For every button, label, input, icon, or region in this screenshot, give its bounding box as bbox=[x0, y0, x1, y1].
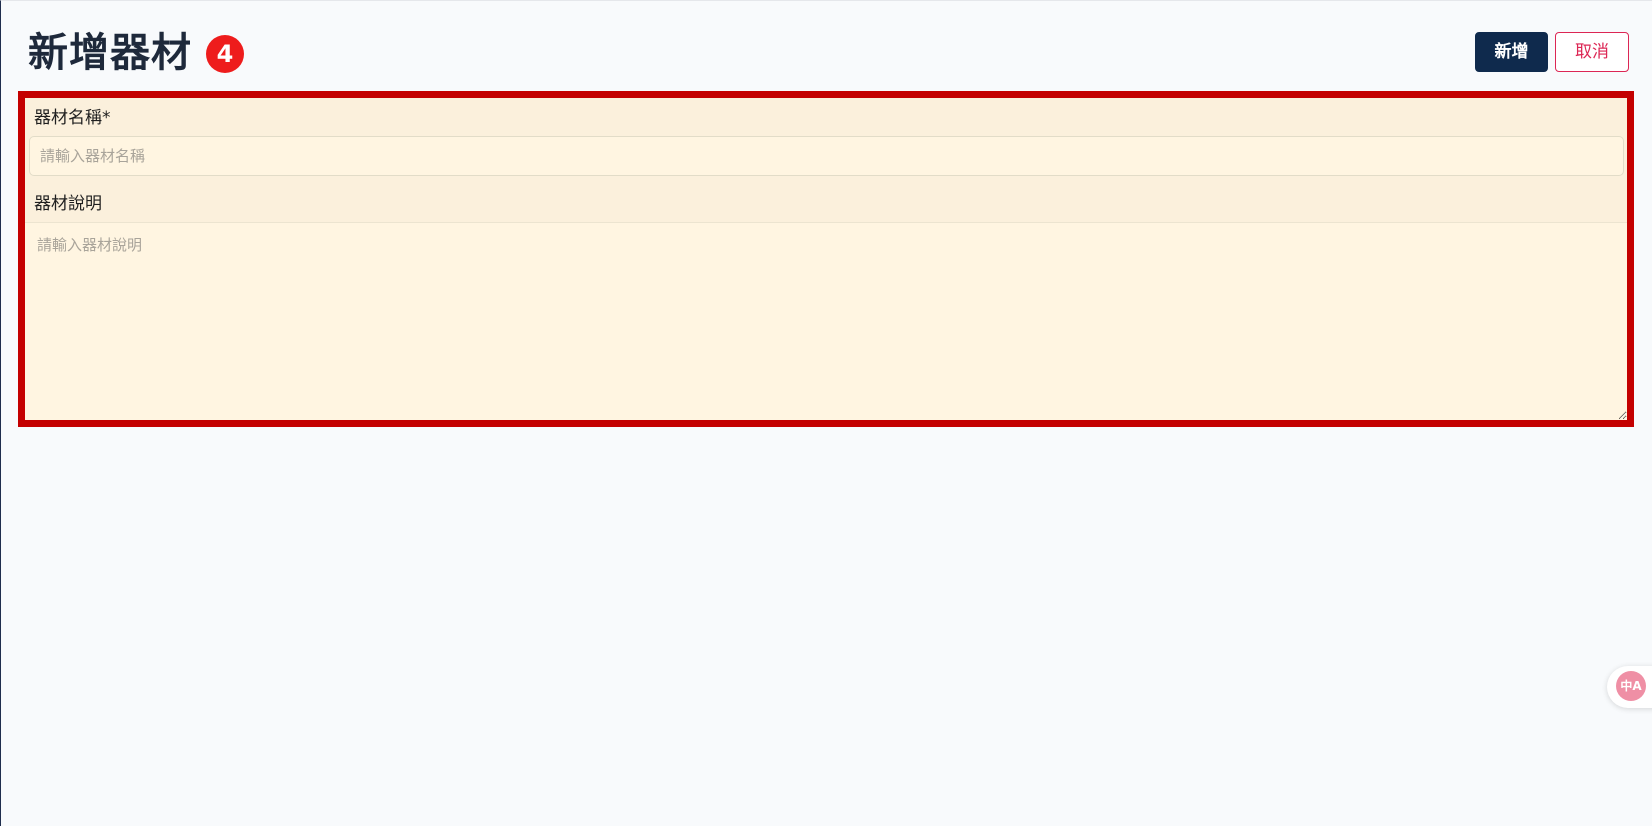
equipment-name-input[interactable] bbox=[29, 136, 1624, 176]
equipment-description-label: 器材說明 bbox=[34, 194, 102, 214]
equipment-name-label: 器材名稱* bbox=[34, 108, 111, 128]
equipment-form: 器材名稱* 器材說明 bbox=[18, 91, 1634, 427]
cancel-button[interactable]: 取消 bbox=[1555, 32, 1629, 72]
page-header: 新增器材 4 新增 取消 bbox=[1, 1, 1652, 91]
equipment-description-textarea[interactable] bbox=[25, 222, 1627, 420]
translate-widget[interactable]: 中A bbox=[1607, 666, 1652, 708]
page-title: 新增器材 bbox=[28, 30, 192, 76]
add-button[interactable]: 新增 bbox=[1475, 32, 1548, 72]
translate-icon[interactable]: 中A bbox=[1616, 671, 1646, 701]
step-badge: 4 bbox=[206, 35, 244, 73]
